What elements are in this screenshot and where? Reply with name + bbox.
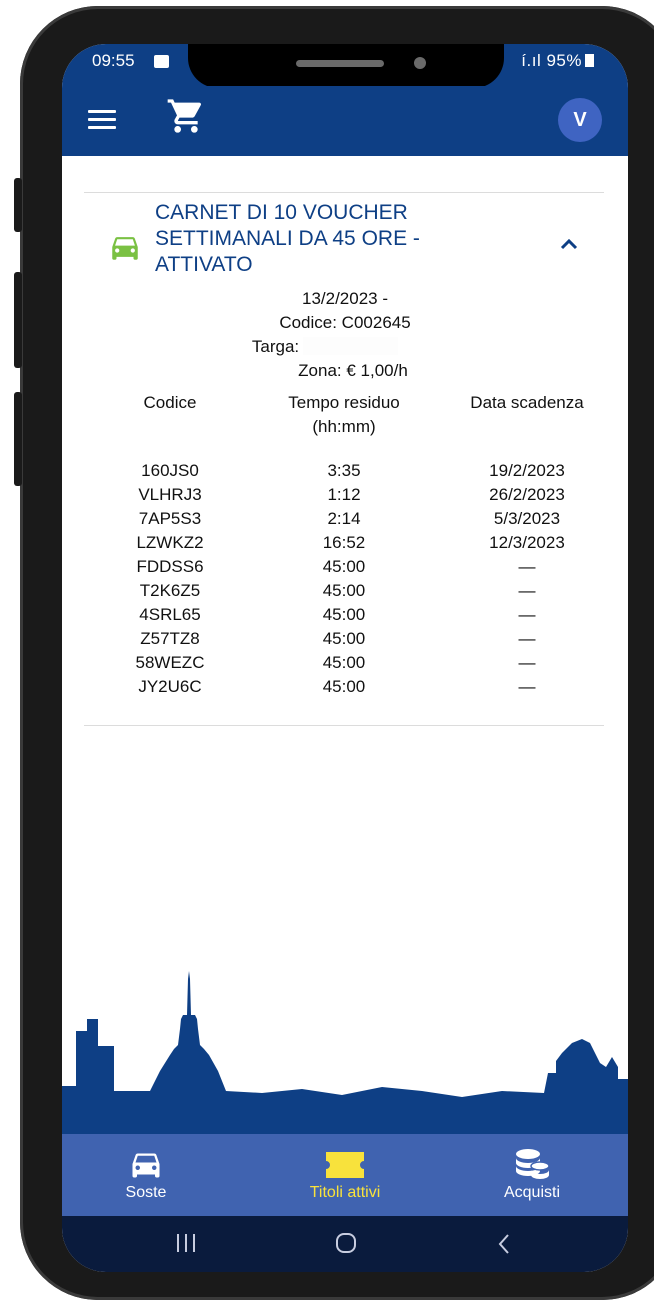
car-icon (132, 1153, 160, 1178)
nav-item-titoli-attivi[interactable]: Titoli attivi (265, 1134, 425, 1216)
voucher-code: 58WEZC (135, 653, 205, 672)
recent-apps-icon[interactable] (174, 1232, 198, 1254)
voucher-time: 3:35 (327, 461, 361, 480)
voucher-code: 7AP5S3 (138, 509, 202, 528)
voucher-expiry: — (518, 605, 536, 624)
table-row: T2K6Z5 45:00 — (90, 579, 610, 603)
voucher-expiry: 19/2/2023 (489, 461, 565, 480)
table-row: 58WEZC 45:00 — (90, 651, 610, 675)
voucher-time: 45:00 (322, 629, 366, 648)
car-icon (112, 237, 138, 260)
card-bottom-divider (84, 725, 604, 726)
column-header-codice: Codice (143, 393, 197, 412)
app-bar: V (62, 86, 628, 156)
coins-icon (516, 1149, 550, 1179)
phone-volume-down-button (14, 392, 22, 486)
card-title-line: CARNET DI 10 VOUCHER (155, 201, 408, 224)
voucher-code: VLHRJ3 (138, 485, 202, 504)
voucher-time: 16:52 (322, 533, 366, 552)
card-date: 13/2/2023 - (301, 289, 388, 308)
camera-notch (188, 44, 504, 88)
voucher-code: LZWKZ2 (136, 533, 204, 552)
table-row: Z57TZ8 45:00 — (90, 627, 610, 651)
phone-volume-up-button (14, 272, 22, 368)
turin-skyline-illustration (62, 971, 628, 1141)
card-zona: Zona: € 1,00/h (298, 361, 408, 380)
nav-label-titoli-attivi: Titoli attivi (309, 1184, 381, 1201)
system-navigation-bar (62, 1216, 628, 1272)
card-targa-label: Targa: (251, 337, 300, 356)
front-camera (414, 57, 426, 69)
home-icon[interactable] (334, 1231, 358, 1255)
table-row: 4SRL65 45:00 — (90, 603, 610, 627)
card-targa: Targa: (62, 337, 608, 357)
status-time: 09:55 (92, 51, 135, 70)
shopping-cart-icon[interactable] (166, 96, 206, 136)
table-row: LZWKZ2 16:52 12/3/2023 (90, 531, 610, 555)
card-title-line: SETTIMANALI DA 45 ORE - (155, 227, 420, 250)
voucher-expiry: 5/3/2023 (493, 509, 561, 528)
card-top-divider (84, 192, 604, 193)
phone-screen: 09:55 í.ıl 95% V CARNET DI 10 VOUCHER SE… (62, 44, 628, 1272)
column-header-tempo-line: Tempo residuo (288, 393, 400, 412)
column-header-tempo: Tempo residuo (hh:mm) (264, 391, 424, 439)
voucher-expiry: 26/2/2023 (489, 485, 565, 504)
speaker-grille (296, 60, 384, 67)
ticket-icon (326, 1152, 364, 1178)
bottom-navigation: Soste Titoli attivi Acquisti (62, 1134, 628, 1216)
voucher-code: FDDSS6 (136, 557, 204, 576)
table-row: JY2U6C 45:00 — (90, 675, 610, 699)
card-codice: Codice: C002645 (279, 313, 411, 332)
voucher-time: 2:14 (327, 509, 361, 528)
card-title: CARNET DI 10 VOUCHER SETTIMANALI DA 45 O… (155, 200, 475, 278)
column-header-tempo-unit: (hh:mm) (312, 417, 376, 436)
back-icon[interactable] (494, 1232, 514, 1256)
voucher-expiry: — (518, 677, 536, 696)
voucher-time: 45:00 (322, 557, 366, 576)
voucher-code: T2K6Z5 (139, 581, 201, 600)
card-title-line: ATTIVATO (155, 253, 253, 276)
table-row: 7AP5S3 2:14 5/3/2023 (90, 507, 610, 531)
voucher-time: 45:00 (322, 677, 366, 696)
column-header-scadenza: Data scadenza (470, 393, 584, 412)
voucher-expiry: — (518, 557, 536, 576)
voucher-expiry: — (518, 629, 536, 648)
table-row: FDDSS6 45:00 — (90, 555, 610, 579)
status-battery-text: í.ıl 95% (521, 51, 582, 70)
battery-icon (585, 54, 594, 67)
nav-item-acquisti[interactable]: Acquisti (452, 1134, 612, 1216)
image-notification-icon (154, 55, 169, 68)
voucher-code: 4SRL65 (139, 605, 201, 624)
status-signal-battery: í.ıl 95% (521, 51, 594, 71)
nav-label-acquisti: Acquisti (503, 1184, 561, 1201)
chevron-up-icon[interactable] (558, 236, 580, 252)
voucher-code: Z57TZ8 (140, 629, 200, 648)
table-row: VLHRJ3 1:12 26/2/2023 (90, 483, 610, 507)
user-avatar[interactable]: V (558, 98, 602, 142)
nav-item-soste[interactable]: Soste (66, 1134, 226, 1216)
voucher-time: 45:00 (322, 605, 366, 624)
voucher-time: 1:12 (327, 485, 361, 504)
voucher-code: JY2U6C (138, 677, 202, 696)
hamburger-menu-icon[interactable] (88, 110, 116, 130)
carnet-card-header[interactable]: CARNET DI 10 VOUCHER SETTIMANALI DA 45 O… (84, 200, 604, 286)
voucher-expiry: — (518, 581, 536, 600)
voucher-time: 45:00 (322, 653, 366, 672)
voucher-expiry: 12/3/2023 (489, 533, 565, 552)
phone-side-button (14, 178, 22, 232)
voucher-time: 45:00 (322, 581, 366, 600)
nav-label-soste: Soste (125, 1184, 167, 1201)
voucher-expiry: — (518, 653, 536, 672)
voucher-code: 160JS0 (141, 461, 199, 480)
table-row: 160JS0 3:35 19/2/2023 (90, 459, 610, 483)
redacted-plate (303, 337, 399, 355)
